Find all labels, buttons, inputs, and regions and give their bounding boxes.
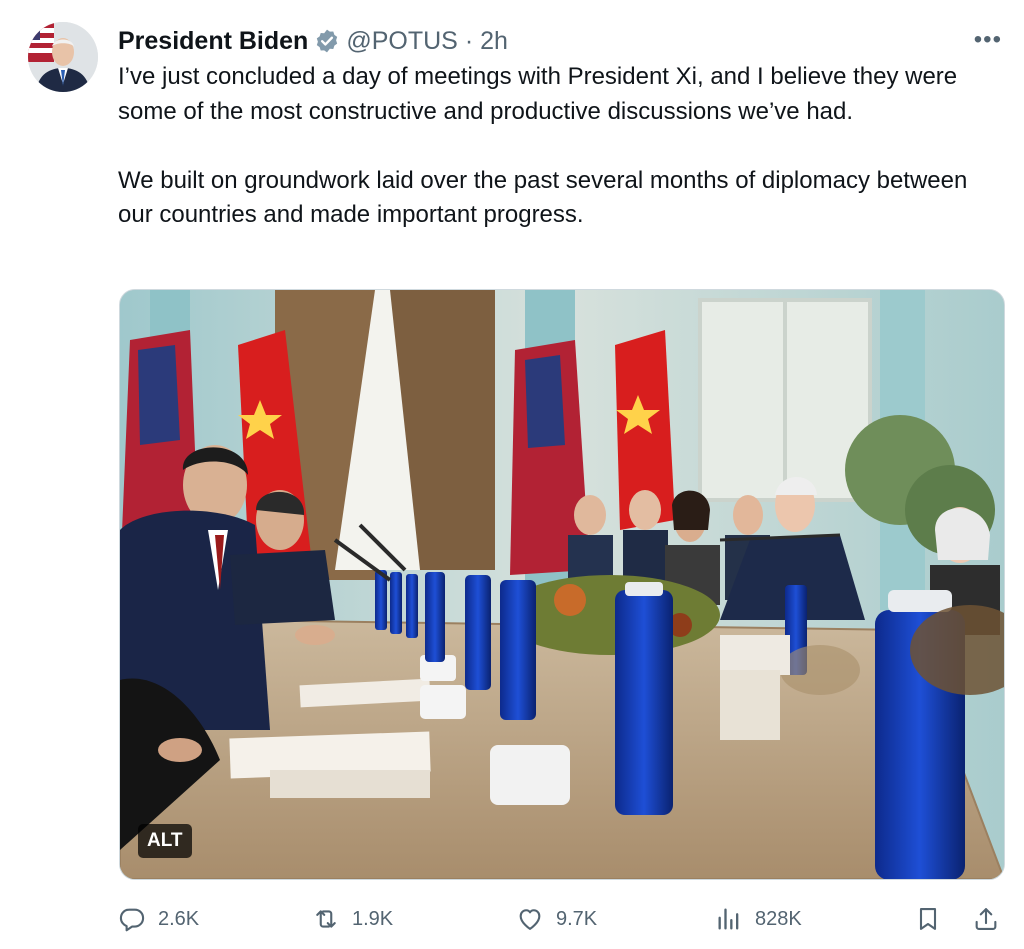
more-options-icon[interactable]: •••: [974, 26, 1002, 54]
reply-icon: [119, 908, 145, 932]
heart-icon: [519, 909, 541, 930]
tweet-header: President Biden @POTUS · 2h: [118, 24, 508, 58]
author-handle[interactable]: @POTUS: [346, 27, 458, 56]
meeting-photo: [120, 290, 1004, 879]
avatar[interactable]: [28, 22, 98, 92]
views-button[interactable]: 828K: [715, 897, 802, 941]
like-button[interactable]: 9.7K: [516, 897, 597, 941]
tweet[interactable]: President Biden @POTUS · 2h ••• I’ve jus…: [0, 0, 1024, 949]
tweet-paragraph: We built on groundwork laid over the pas…: [118, 166, 968, 229]
tweet-paragraph: I’ve just concluded a day of meetings wi…: [118, 63, 958, 125]
retweet-icon: [316, 910, 336, 928]
timestamp[interactable]: 2h: [480, 27, 508, 56]
reply-button[interactable]: 2.6K: [118, 897, 199, 941]
verified-badge-icon[interactable]: [314, 28, 340, 54]
retweet-count: 1.9K: [352, 907, 394, 930]
like-count: 9.7K: [556, 907, 598, 930]
avatar-image: [28, 22, 98, 92]
share-icon: [975, 908, 997, 930]
tweet-photo[interactable]: [119, 289, 1005, 880]
retweet-button[interactable]: 1.9K: [312, 897, 393, 941]
views-count: 828K: [755, 907, 802, 930]
separator-dot: ·: [464, 26, 474, 55]
bookmark-button[interactable]: [914, 897, 942, 941]
tweet-text: I’ve just concluded a day of meetings wi…: [118, 60, 998, 233]
share-button[interactable]: [972, 897, 1000, 941]
tweet-actions: 2.6K 1.9K 9.7K 828K: [0, 897, 1024, 941]
alt-text-badge[interactable]: ALT: [138, 824, 192, 858]
bookmark-icon: [919, 908, 937, 930]
author-name[interactable]: President Biden: [118, 27, 308, 56]
views-icon: [718, 908, 739, 930]
reply-count: 2.6K: [158, 907, 200, 930]
